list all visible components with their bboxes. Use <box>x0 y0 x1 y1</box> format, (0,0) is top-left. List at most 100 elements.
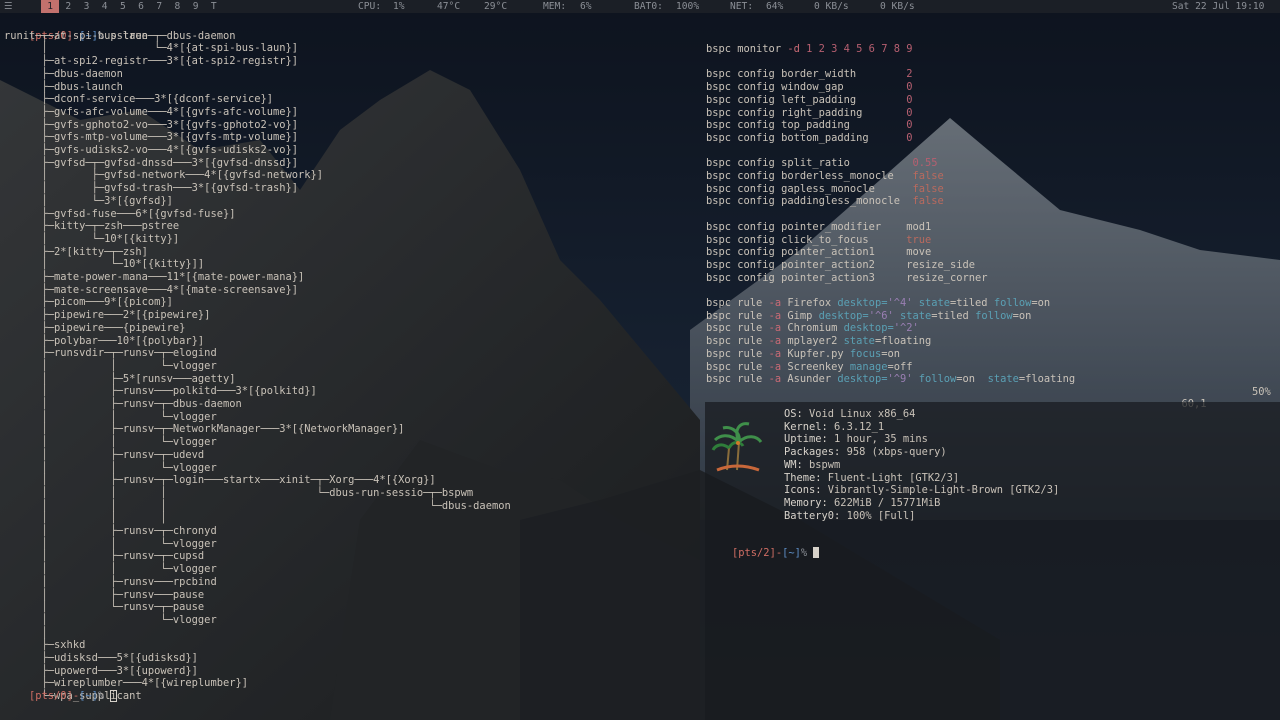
pstree-line: ├─udisksd───5*[{udisksd}] <box>4 652 198 664</box>
workspace-6[interactable]: 6 <box>132 0 150 13</box>
workspace-list: 123456789T <box>41 0 223 13</box>
pstree-line: ├─pipewire───2*[{pipewire}] <box>4 309 211 322</box>
pstree-line: ├─dbus-daemon <box>4 67 123 80</box>
pstree-line: │ └─10*[{kitty}]] <box>4 258 205 271</box>
sysinfo-value: 100% [Full] <box>840 509 916 522</box>
token: true <box>906 233 932 246</box>
sysinfo-line: Kernel: 6.3.12_1 <box>784 421 884 434</box>
pstree-line: │ ├─runsv───polkitd───3*[{polkitd}] <box>4 385 317 398</box>
token: window_gap <box>781 81 907 94</box>
token: desktop= <box>818 309 869 322</box>
sysinfo-label: Uptime: <box>784 433 828 446</box>
workspace-T[interactable]: T <box>205 0 223 13</box>
token: resize_corner <box>906 271 988 284</box>
editor-line: bspc rule -a mplayer2 state=floating <box>706 335 931 348</box>
cpu-temp: 47°C <box>437 1 461 12</box>
token: border_width <box>781 68 907 81</box>
token: =off <box>887 360 913 373</box>
token: right_padding <box>781 106 907 119</box>
prompt-line-current[interactable]: [pts/2]-[~]% <box>707 534 820 559</box>
terminal-right-bottom[interactable]: OS: Void Linux x86_64 Kernel: 6.3.12_1 Upt… <box>705 402 1280 720</box>
sysinfo-value: 1 hour, 35 mins <box>827 433 928 446</box>
token: =floating <box>1018 373 1076 386</box>
net-up: 0 KB/s <box>880 1 915 12</box>
pstree-line: ├─gvfs-udisks2-vo───4*[{gvfs-udisks2-vo}… <box>4 144 299 156</box>
token: -a <box>768 335 782 348</box>
net-value: 64% <box>766 1 784 12</box>
pstree-line: runit─┬─at-spi-bus-laun─┬─dbus-daemon <box>4 29 236 42</box>
workspace-3[interactable]: 3 <box>77 0 95 13</box>
pstree-line: ├─picom───9*[{picom}] <box>4 296 173 309</box>
token: state <box>899 309 932 322</box>
token: =on <box>1012 309 1032 322</box>
token: -d <box>787 43 800 55</box>
pstree-line: │ │ │ └─dbus-run-sessio─┬─bspwm <box>4 486 474 499</box>
editor-line: bspc rule -a Asunder desktop='^9' follow… <box>706 373 1075 386</box>
pstree-line: │ │ └─vlogger <box>4 410 217 423</box>
palm-tree-logo <box>711 422 763 472</box>
token: pointer_action1 <box>781 246 907 259</box>
editor-line: bspc config left_padding 0 <box>706 94 912 107</box>
editor-line: bspc config split_ratio 0.55 <box>706 157 938 170</box>
terminal-left[interactable]: [pts/0]-[~]% pstree runit─┬─at-spi-bus-l… <box>4 17 694 712</box>
editor-line: bspc config right_padding 0 <box>706 107 912 120</box>
workspace-2[interactable]: 2 <box>59 0 77 13</box>
token: 0 <box>906 93 913 106</box>
token: =on <box>1031 297 1051 309</box>
editor-line: bspc config bottom_padding 0 <box>706 132 912 145</box>
token: bspc rule <box>706 297 769 309</box>
pstree-line: ├─dconf-service───3*[{dconf-service}] <box>4 93 273 106</box>
token: bspc rule <box>706 335 769 348</box>
board-temp: 29°C <box>484 1 508 12</box>
workspace-4[interactable]: 4 <box>96 0 114 13</box>
status-bar: ☰ 123456789T CPU: 1% 47°C 29°C MEM: 6% B… <box>0 0 1280 13</box>
menu-icon[interactable]: ☰ <box>4 0 13 13</box>
token: manage <box>849 360 888 373</box>
workspace-9[interactable]: 9 <box>187 0 205 13</box>
pstree-line: ├─mate-power-mana───11*[{mate-power-mana… <box>4 271 305 283</box>
editor-line: bspc config window_gap 0 <box>706 81 912 94</box>
sysinfo-label: Memory: <box>784 496 828 509</box>
pstree-line: ├─polybar───10*[{polybar}] <box>4 334 205 347</box>
pstree-line: │ │ └─vlogger <box>4 461 217 474</box>
editor-line: bspc monitor -d 1 2 3 4 5 6 7 8 9 <box>706 43 912 56</box>
prompt-line-current[interactable]: [pts/0]-[~]% <box>4 677 118 702</box>
token: paddingless_monocle <box>781 195 913 208</box>
scroll-percent: 50% <box>1252 386 1271 398</box>
sysinfo-label: WM: <box>784 458 803 471</box>
editor-bspwmrc[interactable]: bspc monitor -d 1 2 3 4 5 6 7 8 9 bspc co… <box>706 43 1276 388</box>
sysinfo-value: Fluent-Light [GTK2/3] <box>821 471 960 484</box>
pstree-line: ├─gvfs-gphoto2-vo───3*[{gvfs-gphoto2-vo}… <box>4 118 299 131</box>
workspace-8[interactable]: 8 <box>168 0 186 13</box>
pstree-line: │ ├─gvfsd-network───4*[{gvfsd-network}] <box>4 169 324 182</box>
token: Screenkey <box>787 360 844 373</box>
token: -a <box>768 309 782 322</box>
token: =tiled <box>931 309 976 322</box>
pstree-line: ├─gvfs-mtp-volume───3*[{gvfs-mtp-volume}… <box>4 131 299 144</box>
editor-line: bspc config click_to_focus true <box>706 234 931 247</box>
sysinfo-label: Packages: <box>784 446 841 459</box>
prompt-symbol: % <box>800 546 808 559</box>
token: top_padding <box>781 119 907 132</box>
token: state <box>987 373 1019 386</box>
pstree-line: ├─at-spi2-registr───3*[{at-spi2-registr}… <box>4 55 299 68</box>
sysinfo-line: Uptime: 1 hour, 35 mins <box>784 433 928 446</box>
editor-line: bspc rule -a Firefox desktop='^4' state=… <box>706 297 1050 310</box>
prompt-tty: [pts/2] <box>732 546 776 559</box>
token: -a <box>768 373 782 386</box>
prompt-tty: [pts/0] <box>29 689 73 702</box>
token: pointer_action3 <box>781 271 907 284</box>
prompt-line: [pts/0]-[~]% pstree <box>4 17 148 42</box>
token: bspc config <box>706 233 775 246</box>
workspace-1[interactable]: 1 <box>41 0 60 13</box>
token: 1 2 3 4 5 6 7 8 9 <box>806 43 913 55</box>
token: '^9' <box>887 373 913 386</box>
pstree-line: ├─mate-screensave───4*[{mate-screensave}… <box>4 283 299 296</box>
sysinfo-line: Icons: Vibrantly-Simple-Light-Brown [GTK… <box>784 484 1059 497</box>
workspace-5[interactable]: 5 <box>114 0 132 13</box>
pstree-line: ├─gvfsd─┬─gvfsd-dnssd───3*[{gvfsd-dnssd}… <box>4 156 299 169</box>
sysinfo-value: bspwm <box>802 458 841 471</box>
token: move <box>906 246 932 259</box>
workspace-7[interactable]: 7 <box>150 0 168 13</box>
pstree-line: │ ├─runsv─┬─NetworkManager───3*[{Network… <box>4 423 405 436</box>
